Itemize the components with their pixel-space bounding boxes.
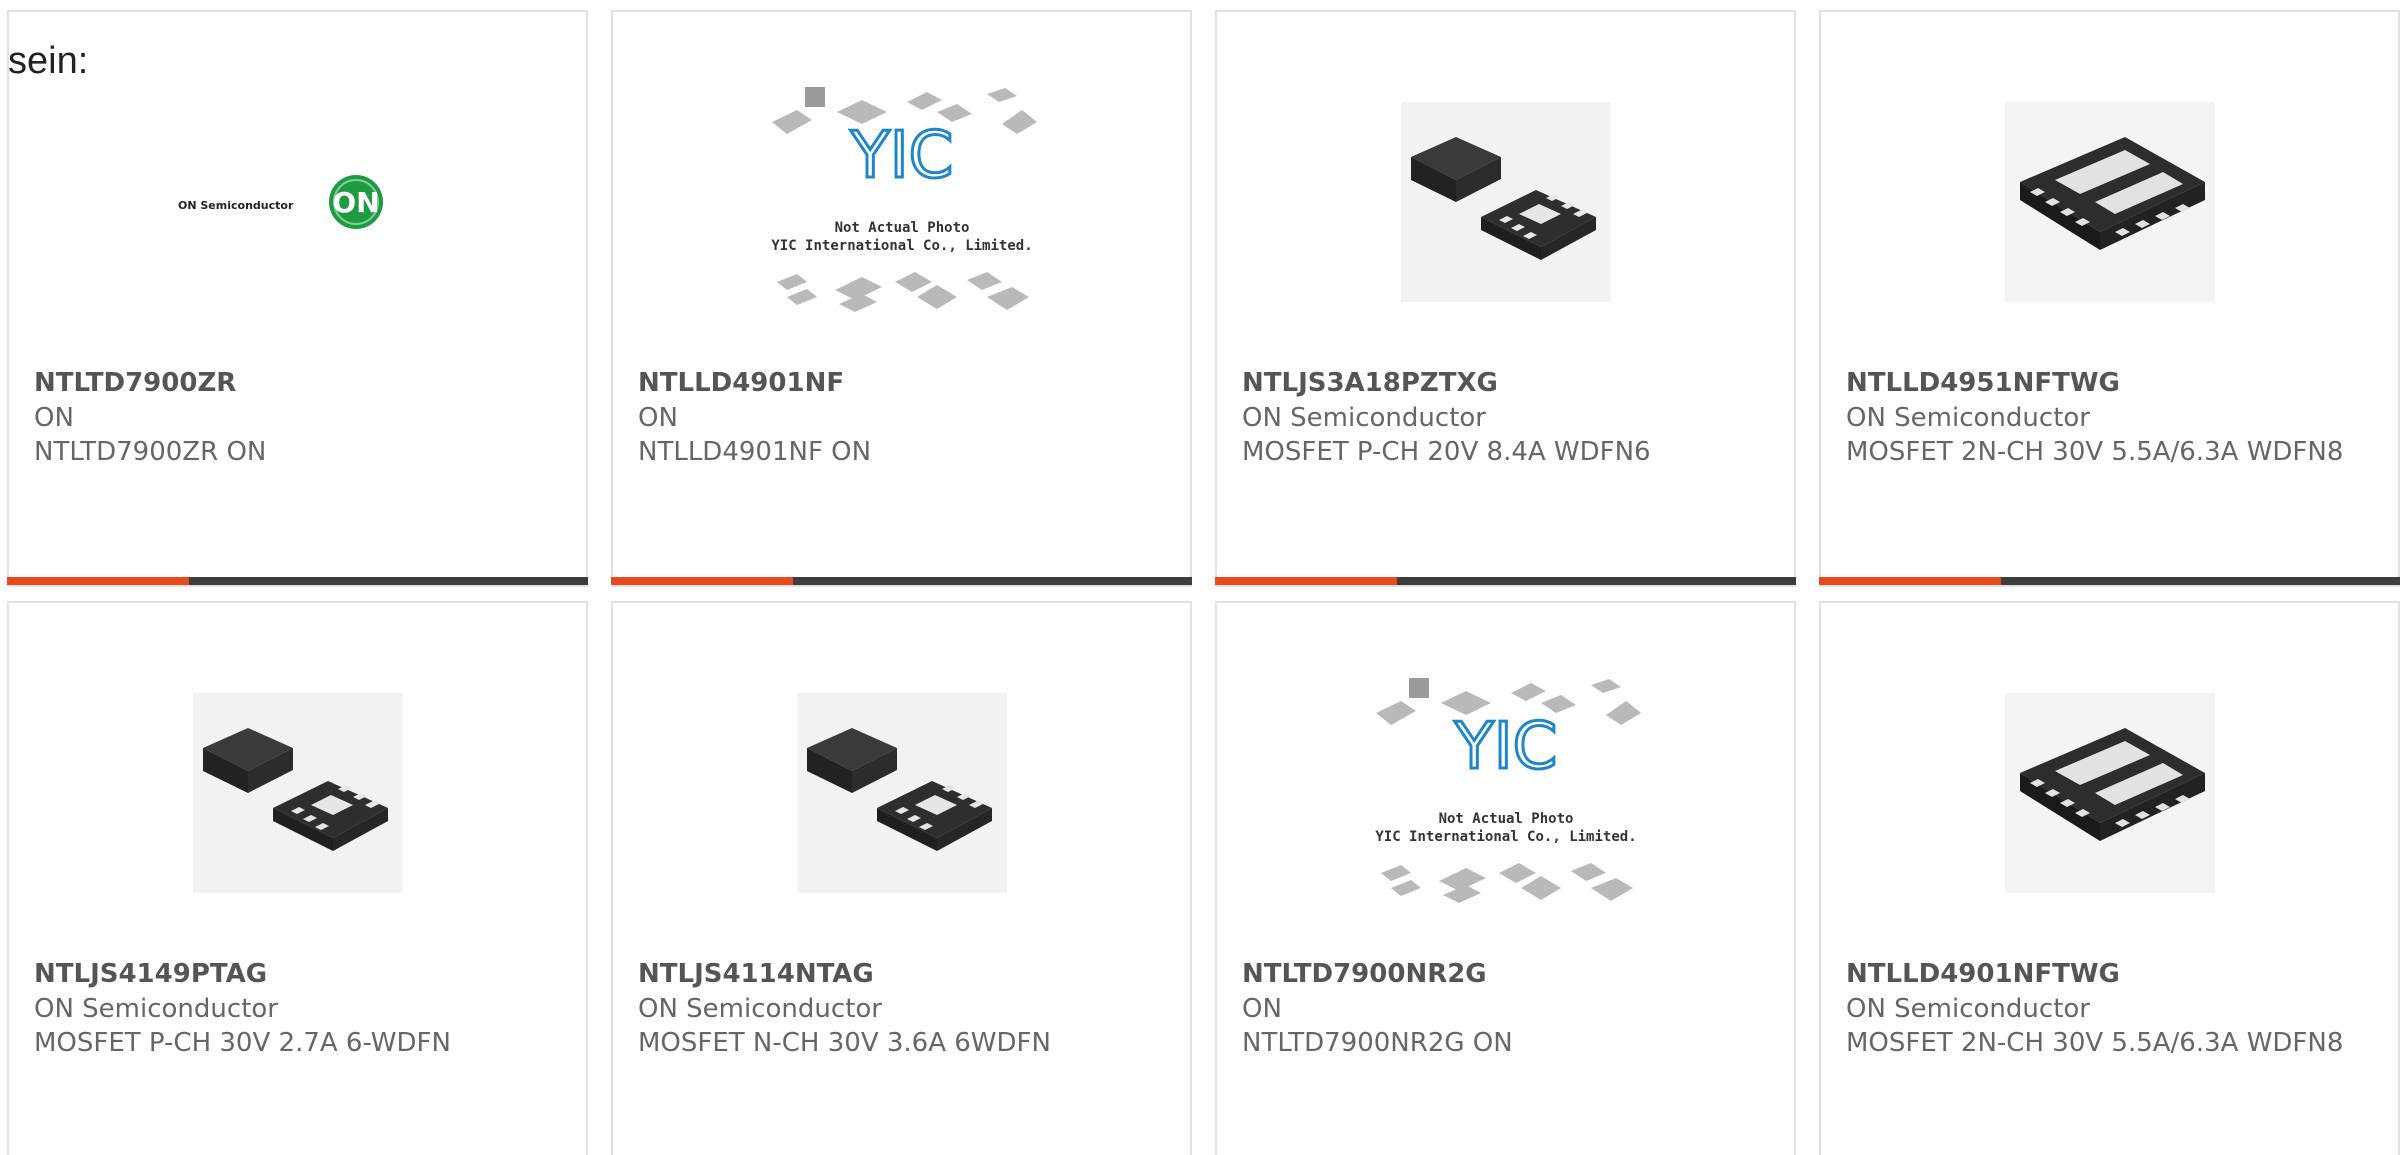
wdfn6-chip-image [192,693,403,893]
description: MOSFET 2N-CH 30V 5.5A/6.3A WDFN8 [1846,437,2344,468]
product-card[interactable]: NTLJS4114NTAG ON Semiconductor MOSFET N-… [611,601,1192,1155]
card-bar-accent [1819,577,2001,585]
manufacturer: ON Semiconductor [638,993,882,1024]
manufacturer: ON Semiconductor [1242,402,1486,433]
manufacturer: ON Semiconductor [1846,402,2090,433]
svg-text:Not Actual Photo: Not Actual Photo [1438,811,1573,827]
yic-placeholder-image: YIC Not Actual Photo YIC International C… [1375,678,1641,903]
product-card[interactable]: YIC Not Actual Photo YIC International C… [1215,601,1796,1155]
description: MOSFET N-CH 30V 3.6A 6WDFN [638,1028,1051,1059]
card-bar [611,577,1192,585]
product-image[interactable]: YIC Not Actual Photo YIC International C… [1217,643,1794,943]
description: NTLTD7900NR2G ON [1242,1028,1513,1059]
wdfn6-chip-image [1400,102,1611,302]
product-card[interactable]: NTLJS4149PTAG ON Semiconductor MOSFET P-… [7,601,588,1155]
card-bar [7,577,588,585]
product-image[interactable] [1821,52,2398,352]
card-bar-accent [7,577,189,585]
manufacturer: ON [34,402,74,433]
part-number[interactable]: NTLJS3A18PZTXG [1242,367,1774,401]
part-number[interactable]: NTLLD4951NFTWG [1846,367,2378,401]
card-bar [1819,577,2400,585]
product-card[interactable]: NTLLD4901NFTWG ON Semiconductor MOSFET 2… [1819,601,2400,1155]
product-image[interactable]: ON Semiconductor ON [9,52,586,352]
product-card[interactable]: NTLLD4951NFTWG ON Semiconductor MOSFET 2… [1819,10,2400,587]
product-image[interactable] [9,643,586,943]
product-grid-page: sein: ON Semiconductor ON NTLTD7900ZR ON… [0,0,2400,1155]
product-image[interactable] [613,643,1190,943]
part-number[interactable]: NTLLD4901NF [638,367,1170,401]
svg-text:YIC: YIC [1453,710,1557,784]
part-number[interactable]: NTLTD7900NR2G [1242,958,1774,992]
yic-placeholder-image: YIC Not Actual Photo YIC International C… [771,87,1037,312]
part-number[interactable]: NTLJS4114NTAG [638,958,1170,992]
wdfn6-chip-image [796,693,1007,893]
card-bar-accent [611,577,793,585]
part-number[interactable]: NTLJS4149PTAG [34,958,566,992]
description: NTLTD7900ZR ON [34,437,267,468]
description: MOSFET P-CH 20V 8.4A WDFN6 [1242,437,1651,468]
description: MOSFET P-CH 30V 2.7A 6-WDFN [34,1028,451,1059]
svg-text:YIC International Co., Limited: YIC International Co., Limited. [771,238,1032,254]
svg-text:YIC: YIC [849,119,953,193]
card-bar-accent [1215,577,1397,585]
product-card[interactable]: ON Semiconductor ON NTLTD7900ZR ON NTLTD… [7,10,588,587]
product-image[interactable] [1217,52,1794,352]
product-image[interactable] [1821,643,2398,943]
product-image[interactable]: YIC Not Actual Photo YIC International C… [613,52,1190,352]
svg-text:Not Actual Photo: Not Actual Photo [834,220,969,236]
intro-text: sein: [8,40,89,82]
product-card[interactable]: NTLJS3A18PZTXG ON Semiconductor MOSFET P… [1215,10,1796,587]
wdfn8-chip-image [2004,102,2215,302]
description: NTLLD4901NF ON [638,437,872,468]
svg-text:ON Semiconductor: ON Semiconductor [178,199,294,212]
on-semiconductor-logo: ON Semiconductor ON [178,175,383,229]
manufacturer: ON [638,402,678,433]
svg-text:ON: ON [332,186,379,219]
svg-text:YIC International Co., Limited: YIC International Co., Limited. [1375,829,1636,845]
manufacturer: ON [1242,993,1282,1024]
product-card[interactable]: YIC Not Actual Photo YIC International C… [611,10,1192,587]
part-number[interactable]: NTLTD7900ZR [34,367,566,401]
card-bar [1215,577,1796,585]
manufacturer: ON Semiconductor [34,993,278,1024]
manufacturer: ON Semiconductor [1846,993,2090,1024]
wdfn8-chip-image [2004,693,2215,893]
part-number[interactable]: NTLLD4901NFTWG [1846,958,2378,992]
description: MOSFET 2N-CH 30V 5.5A/6.3A WDFN8 [1846,1028,2344,1059]
